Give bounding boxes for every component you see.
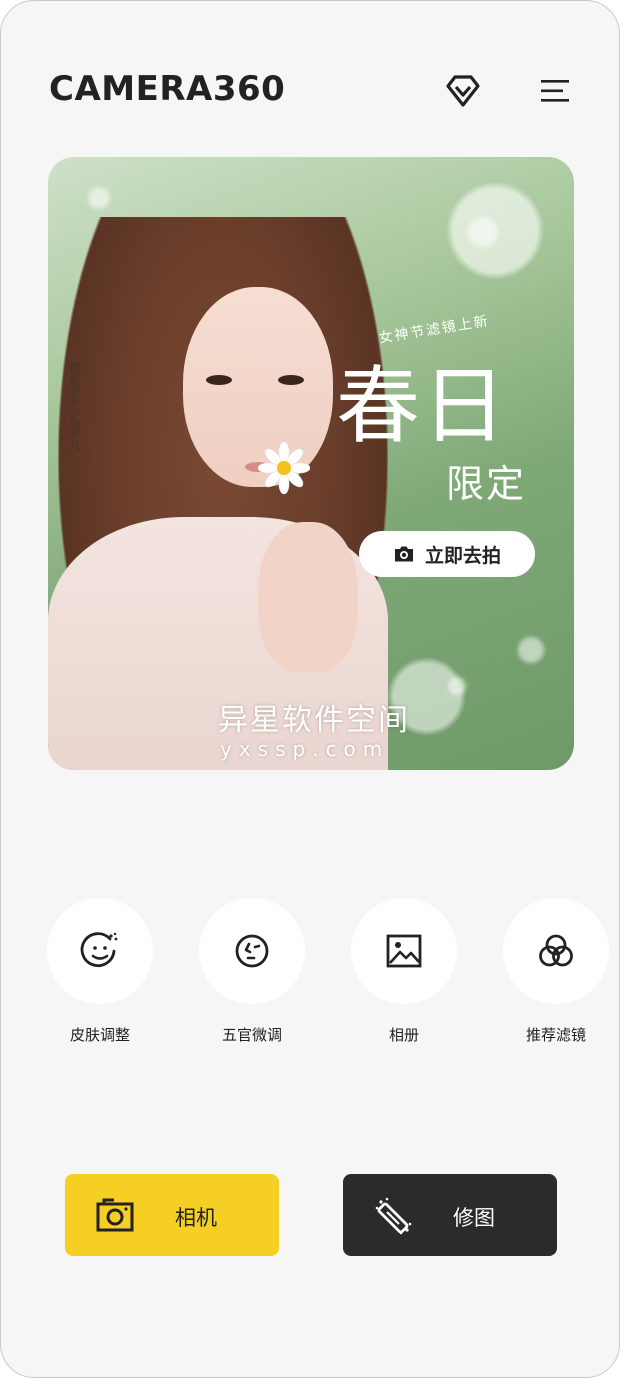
tool-album[interactable]: 相册 (349, 898, 459, 1045)
tool-circle (503, 898, 609, 1004)
bokeh-light (448, 677, 466, 695)
portrait-eye (206, 375, 232, 385)
skin-smile-icon (80, 932, 118, 968)
camera-label: 相机 (175, 1206, 217, 1230)
edit-label: 修图 (453, 1206, 495, 1230)
tool-recommended-filters[interactable]: 推荐滤镜 (501, 898, 611, 1045)
camera-icon (96, 1198, 134, 1232)
banner-subtitle: 限定 (446, 462, 527, 506)
app-screen: CAMERA360 摄影师@小兔果儿 女神节滤镜上新 春日 限定 立即去拍 异星… (0, 0, 620, 1378)
vip-button[interactable] (441, 69, 485, 113)
tool-circle (47, 898, 153, 1004)
diamond-icon (446, 75, 480, 107)
tool-label: 相册 (388, 1026, 419, 1044)
portrait-hands (258, 522, 358, 672)
edit-photo-button[interactable]: 修图 (343, 1174, 557, 1256)
tool-label: 推荐滤镜 (525, 1026, 586, 1044)
tool-label: 皮肤调整 (69, 1026, 130, 1044)
tool-circle (199, 898, 305, 1004)
bokeh-light (88, 187, 110, 209)
bokeh-light (518, 637, 544, 663)
daisy-flower (258, 442, 310, 494)
tool-skin-adjust[interactable]: 皮肤调整 (45, 898, 155, 1045)
magic-wand-icon (375, 1197, 412, 1235)
watermark-url: yxssp.com (220, 737, 390, 761)
banner-tagline: 女神节滤镜上新 (377, 313, 491, 347)
portrait-eye (278, 375, 304, 385)
menu-button[interactable] (533, 69, 577, 113)
face-tune-icon (235, 934, 269, 968)
shoot-now-button[interactable]: 立即去拍 (359, 531, 535, 577)
tool-circle (351, 898, 457, 1004)
hamburger-menu-icon (541, 80, 569, 102)
camera-button[interactable]: 相机 (65, 1174, 279, 1256)
filter-circles-icon (539, 934, 573, 967)
camera-icon (394, 546, 413, 562)
photographer-credit: 摄影师@小兔果儿 (68, 362, 81, 450)
tool-face-tune[interactable]: 五官微调 (197, 898, 307, 1045)
tool-label: 五官微调 (221, 1026, 282, 1044)
app-logo: CAMERA360 (49, 69, 286, 109)
watermark-text: 异星软件空间 (218, 703, 410, 738)
promo-banner[interactable]: 摄影师@小兔果儿 女神节滤镜上新 春日 限定 立即去拍 异星软件空间 yxssp… (48, 157, 574, 770)
gallery-icon (386, 934, 422, 968)
shoot-now-label: 立即去拍 (424, 544, 501, 567)
banner-title: 春日 (336, 357, 509, 455)
bokeh-light (468, 217, 498, 247)
